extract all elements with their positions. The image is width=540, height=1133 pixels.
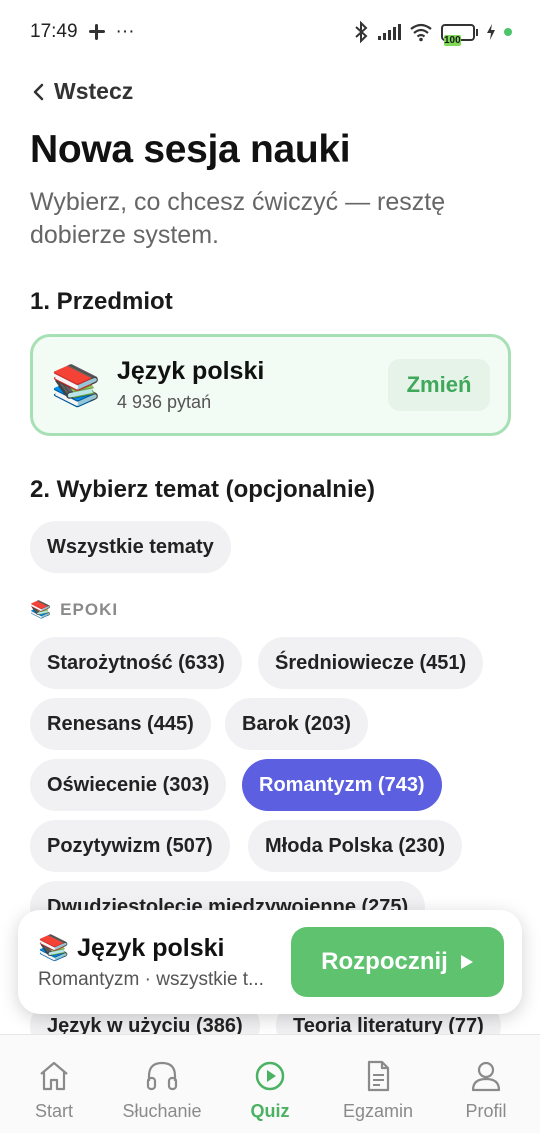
books-icon: 📚 xyxy=(51,363,101,408)
chip-topic[interactable]: Średniowiecze (451) xyxy=(258,637,484,689)
play-circle-icon xyxy=(255,1061,285,1091)
home-icon xyxy=(40,1061,68,1091)
page-subtitle: Wybierz, co chcesz ćwiczyć — resztę dobi… xyxy=(30,188,446,249)
tab-listening[interactable]: Słuchanie xyxy=(108,1035,216,1133)
books-icon: 📚 xyxy=(30,600,53,619)
subject-question-count: 4 936 pytań xyxy=(117,392,212,412)
section-subject-heading: 1. Przedmiot xyxy=(30,288,173,315)
back-button[interactable]: Wstecz xyxy=(32,78,133,105)
summary-selection: Romantyzm · wszystkie t... xyxy=(38,968,264,990)
start-button[interactable]: Rozpocznij xyxy=(291,927,504,997)
chip-topic[interactable]: Barok (203) xyxy=(225,698,368,750)
subject-card[interactable]: 📚 Język polski 4 936 pytań Zmień xyxy=(30,334,511,436)
chip-topic-selected[interactable]: Romantyzm (743) xyxy=(242,759,442,811)
chip-topic[interactable]: Starożytność (633) xyxy=(30,637,242,689)
signal-icon xyxy=(378,24,401,40)
slack-icon xyxy=(88,24,105,40)
back-label: Wstecz xyxy=(54,78,134,104)
battery-level: 100 xyxy=(444,34,461,46)
person-icon xyxy=(471,1061,501,1092)
summary-subject: Język polski xyxy=(77,933,225,962)
chip-all-topics[interactable]: Wszystkie tematy xyxy=(30,521,231,573)
tab-profile[interactable]: Profil xyxy=(432,1035,540,1133)
battery-icon: 100 xyxy=(441,23,478,46)
tab-exam[interactable]: Egzamin xyxy=(324,1035,432,1133)
tab-label: Start xyxy=(34,1101,73,1121)
status-bar: 17:49 ··· 100 xyxy=(0,0,540,64)
group-label: EPOKI xyxy=(60,600,119,619)
chip-topic[interactable]: Młoda Polska (230) xyxy=(248,820,463,872)
bluetooth-icon xyxy=(355,21,368,43)
tab-start[interactable]: Start xyxy=(0,1035,108,1133)
tab-label: Quiz xyxy=(250,1101,290,1121)
document-icon xyxy=(367,1060,390,1092)
subject-name: Język polski xyxy=(117,357,265,385)
page-title: Nowa sesja nauki xyxy=(30,128,351,171)
wifi-icon xyxy=(410,23,432,42)
status-time: 17:49 xyxy=(30,21,78,42)
chip-topic[interactable]: Oświecenie (303) xyxy=(30,759,227,811)
chevron-left-icon xyxy=(33,83,44,100)
privacy-indicator-dot xyxy=(504,28,512,36)
books-icon: 📚 xyxy=(38,933,70,962)
change-subject-button[interactable]: Zmień xyxy=(388,359,490,411)
start-label: Rozpocznij xyxy=(321,948,448,975)
section-topic-heading: 2. Wybierz temat (opcjonalnie) xyxy=(30,476,375,503)
charging-icon xyxy=(487,24,495,40)
group-header-epoki: 📚 EPOKI xyxy=(30,600,118,620)
chip-topic[interactable]: Renesans (445) xyxy=(30,698,211,750)
tab-label: Egzamin xyxy=(342,1101,414,1121)
tab-label: Profil xyxy=(465,1101,507,1121)
chip-topic[interactable]: Pozytywizm (507) xyxy=(30,820,230,872)
tab-quiz[interactable]: Quiz xyxy=(216,1035,324,1133)
headphones-icon xyxy=(146,1061,178,1091)
play-icon xyxy=(460,955,473,969)
session-summary-bar: 📚 Język polski Romantyzm · wszystkie t..… xyxy=(18,910,522,1014)
tab-label: Słuchanie xyxy=(122,1101,202,1121)
more-notifications-icon: ··· xyxy=(115,21,135,42)
bottom-tab-bar: Start Słuchanie Quiz Egzamin Profil xyxy=(0,1034,540,1133)
